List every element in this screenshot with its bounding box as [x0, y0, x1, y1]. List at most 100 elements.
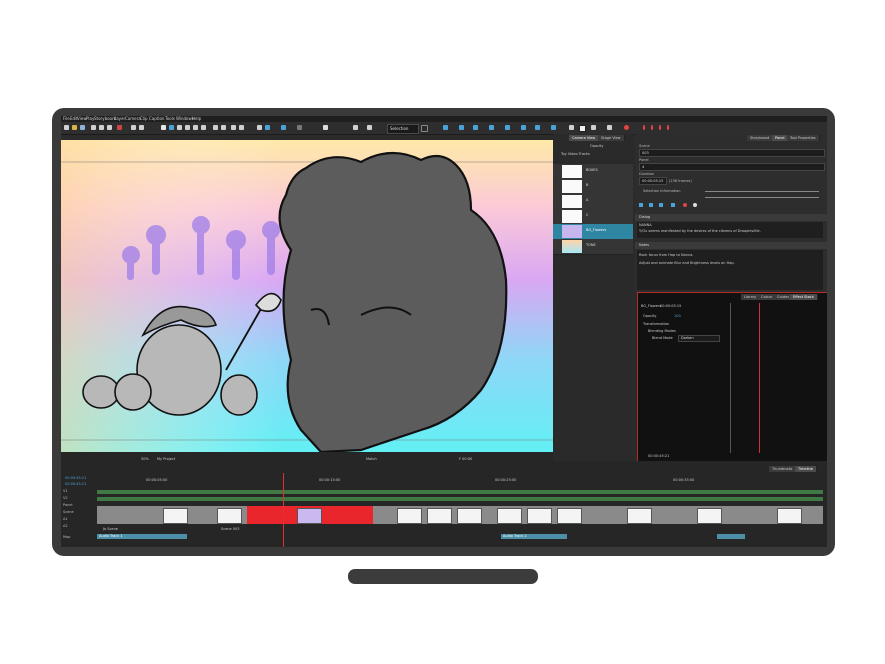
dialog-header[interactable]: Dialog: [635, 214, 827, 221]
panel-thumbnail[interactable]: [527, 508, 552, 524]
selection-info-label[interactable]: Selection Information: [643, 189, 681, 193]
panel-thumbnail[interactable]: [427, 508, 452, 524]
camera-reset-icon[interactable]: [535, 125, 540, 130]
tab-effect-stack[interactable]: Effect Stack: [790, 294, 818, 300]
selected-panel-block[interactable]: [247, 506, 373, 524]
marker-2-icon[interactable]: [651, 125, 653, 130]
camera-tool-icon[interactable]: [239, 125, 244, 130]
align-icon[interactable]: [367, 125, 372, 130]
play-icon[interactable]: [639, 203, 643, 207]
dialog-box[interactable]: NANNA Y/Ou seems manifested by the desir…: [637, 222, 823, 238]
new-icon[interactable]: [64, 125, 69, 130]
tab-timeline[interactable]: Timeline: [795, 466, 817, 472]
grid-icon[interactable]: [569, 125, 574, 130]
effect-opacity-value[interactable]: 100: [674, 314, 681, 318]
audio-clip[interactable]: [717, 534, 745, 539]
panel-thumbnail[interactable]: [777, 508, 802, 524]
panel-thumbnail[interactable]: [627, 508, 652, 524]
blend-mode-select[interactable]: Darken: [678, 335, 720, 342]
layer-row[interactable]: C: [553, 209, 633, 225]
tab-thumbnails[interactable]: Thumbnails: [769, 466, 797, 472]
panel-thumbnail[interactable]: [497, 508, 522, 524]
audio-clip[interactable]: Audio Track 2: [501, 534, 567, 539]
export-icon[interactable]: [607, 125, 612, 130]
rotate-tool-icon[interactable]: [231, 125, 236, 130]
paste-icon[interactable]: [107, 125, 112, 130]
tab-panel[interactable]: Panel: [772, 135, 789, 141]
record-icon[interactable]: [624, 125, 629, 130]
layer-bitmap-icon[interactable]: [473, 125, 478, 130]
next-icon[interactable]: [671, 203, 675, 207]
pencil-tool-icon[interactable]: [177, 125, 182, 130]
save-icon[interactable]: [80, 125, 85, 130]
panel-add-icon[interactable]: [551, 125, 556, 130]
panel-thumbnail[interactable]: [557, 508, 582, 524]
onion-skin-icon[interactable]: [265, 125, 270, 130]
open-icon[interactable]: [72, 125, 77, 130]
duration-field[interactable]: 00:00:05:15: [639, 177, 667, 185]
marker-4-icon[interactable]: [667, 125, 669, 130]
layer-row[interactable]: BOXES: [553, 164, 633, 180]
record-panel-icon[interactable]: [683, 203, 687, 207]
layer-row[interactable]: A: [553, 194, 633, 210]
layer-vector-icon[interactable]: [459, 125, 464, 130]
stroke-size-icon[interactable]: [353, 125, 358, 130]
text-tool-icon[interactable]: [201, 125, 206, 130]
camera-key-icon[interactable]: [521, 125, 526, 130]
notes-header[interactable]: Notes: [635, 242, 827, 249]
delete-icon[interactable]: [117, 125, 122, 130]
layer-add-icon[interactable]: [443, 125, 448, 130]
layer-group-icon[interactable]: [489, 125, 494, 130]
selected-panel-thumbnail[interactable]: [297, 508, 322, 524]
layer-row[interactable]: B: [553, 179, 633, 195]
settings-icon[interactable]: [693, 203, 697, 207]
timeline-sub-timecode[interactable]: 00:00:45:21: [65, 482, 86, 486]
light-table-icon[interactable]: [281, 125, 286, 130]
flip-h-icon[interactable]: [257, 125, 262, 130]
color-swatch-icon[interactable]: [421, 125, 428, 132]
stop-icon[interactable]: [649, 203, 653, 207]
notes-box[interactable]: Rack focus from Hap to Nanna. Adjust and…: [637, 250, 823, 290]
audio-clip[interactable]: Audio Track 1: [97, 534, 187, 539]
transformation-label[interactable]: Transformation: [643, 322, 669, 326]
select-tool-icon[interactable]: [161, 125, 166, 130]
loop-icon[interactable]: [659, 203, 663, 207]
marker-3-icon[interactable]: [659, 125, 661, 130]
cut-icon[interactable]: [91, 125, 96, 130]
layer-row[interactable]: TONE: [553, 239, 633, 255]
panel-field[interactable]: 4: [639, 163, 825, 171]
undo-icon[interactable]: [131, 125, 136, 130]
tool-mode-field[interactable]: Selection: [387, 124, 419, 134]
brush-tool-icon[interactable]: [169, 125, 174, 130]
tab-stage-view[interactable]: Stage View: [598, 135, 625, 141]
track-v1-bar[interactable]: [97, 490, 823, 494]
effect-playhead[interactable]: [759, 303, 760, 453]
slider-track[interactable]: [297, 125, 302, 130]
blending-modes-label[interactable]: Blending Modes: [648, 329, 676, 333]
panel-thumbnail[interactable]: [697, 508, 722, 524]
panel-thumbnail[interactable]: [397, 508, 422, 524]
panel-thumbnail[interactable]: [163, 508, 188, 524]
hand-tool-icon[interactable]: [213, 125, 218, 130]
tab-tool-properties[interactable]: Tool Properties: [787, 135, 820, 141]
slider-knob[interactable]: [323, 125, 328, 130]
selection-slider[interactable]: [705, 191, 819, 192]
timeline-playhead[interactable]: [283, 473, 284, 547]
panel-thumbnail[interactable]: [217, 508, 242, 524]
track-v2-bar[interactable]: [97, 497, 823, 501]
layer-3d-icon[interactable]: [505, 125, 510, 130]
tab-camera-view[interactable]: Camera View: [569, 135, 600, 141]
selection-slider-2[interactable]: [705, 197, 819, 198]
frame-mode-icon[interactable]: [579, 125, 586, 132]
layer-row-selected[interactable]: BG_Flowers: [553, 224, 633, 240]
stage-view[interactable]: [61, 140, 553, 452]
redo-icon[interactable]: [139, 125, 144, 130]
eraser-tool-icon[interactable]: [185, 125, 190, 130]
timeline-timecode[interactable]: 00:00:45:21: [65, 476, 86, 480]
tab-storyboard[interactable]: Storyboard: [747, 135, 774, 141]
panel-thumbnail[interactable]: [457, 508, 482, 524]
zoom-tool-icon[interactable]: [221, 125, 226, 130]
scene-field[interactable]: 003: [639, 149, 825, 157]
copy-icon[interactable]: [99, 125, 104, 130]
safe-area-icon[interactable]: [591, 125, 596, 130]
